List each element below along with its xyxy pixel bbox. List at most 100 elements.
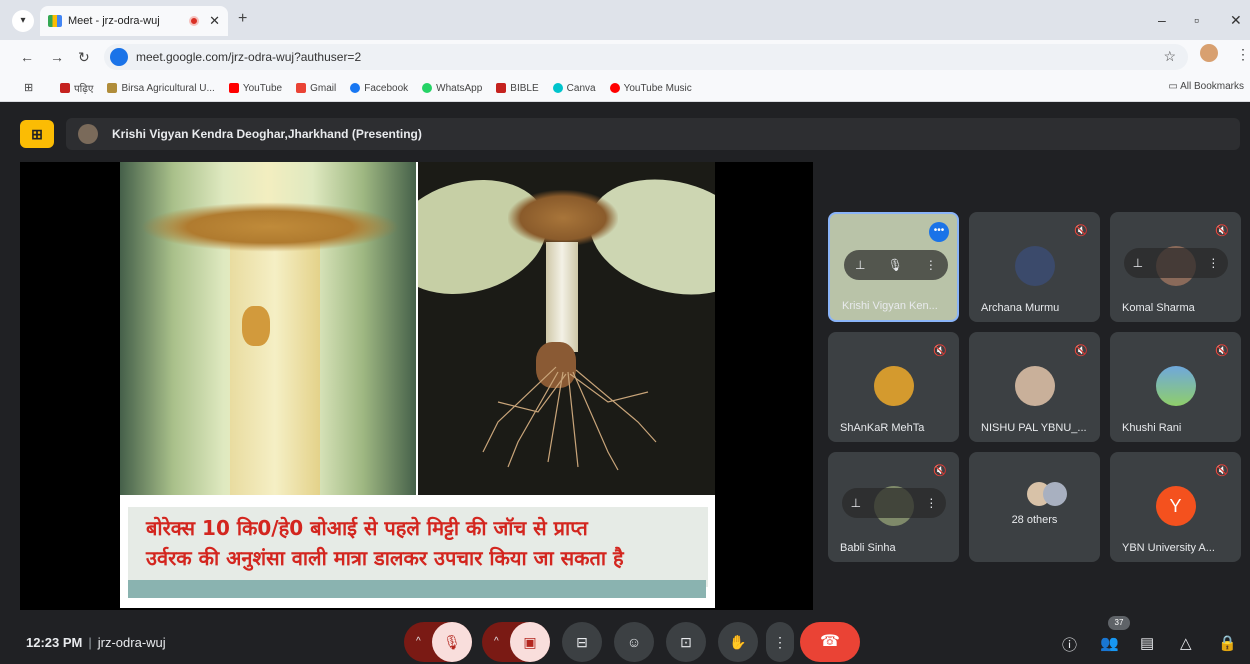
mic-icon[interactable]: 🎙 — [888, 258, 903, 272]
meeting-clock: 12:23 PM | jrz-odra-wuj — [26, 635, 166, 650]
pin-icon[interactable]: ⊥ — [851, 496, 861, 510]
muted-icon: 🔇 — [933, 345, 947, 357]
emoji-icon[interactable]: ☺ — [614, 622, 654, 662]
muted-icon: 🔇 — [1074, 225, 1088, 237]
participant-name: NISHU PAL YBNU_... — [981, 422, 1087, 434]
presenter-bar: Krishi Vigyan Kendra Deoghar,Jharkhand (… — [66, 118, 1240, 150]
bookmark-item[interactable]: Facebook — [350, 81, 408, 95]
participant-tile[interactable]: 🔇 ⊥ ⋮ Babli Sinha — [828, 452, 959, 562]
bookmark-item[interactable]: YouTube Music — [609, 81, 692, 95]
minimize-icon[interactable]: – — [1158, 12, 1166, 28]
more-options-icon[interactable]: ••• — [929, 222, 949, 242]
canva-icon — [552, 83, 563, 93]
gmail-icon — [296, 83, 307, 93]
meeting-details-icon[interactable]: ⓘ — [1062, 634, 1077, 655]
leave-call-icon[interactable]: ☎ — [800, 622, 860, 662]
raise-hand-icon[interactable]: ✋ — [718, 622, 758, 662]
all-bookmarks-label: All Bookmarks — [1180, 81, 1244, 92]
slide-caption: बोरेक्स 10 कि0/हे0 बोआई से पहले मिट्टी क… — [146, 513, 706, 573]
participant-name: ShAnKaR MehTa — [840, 422, 925, 434]
bookmark-item[interactable]: Canva — [552, 81, 596, 95]
participant-tile[interactable]: 🔇 Khushi Rani — [1110, 332, 1241, 442]
audio-options-chevron-icon[interactable]: ^ — [416, 622, 421, 662]
pin-icon[interactable]: ⊥ — [1133, 256, 1143, 270]
more-options-icon[interactable]: ⋮ — [925, 258, 937, 272]
forward-icon[interactable]: → — [50, 49, 64, 65]
bookmark-label: पढ़िए — [74, 84, 94, 95]
more-options-icon[interactable]: ⋮ — [766, 622, 794, 662]
facebook-icon — [350, 83, 361, 93]
avatar — [1043, 482, 1067, 506]
participant-tile[interactable]: 🔇 Archana Murmu — [969, 212, 1100, 322]
site-info-icon[interactable] — [110, 48, 128, 66]
youtube-icon — [228, 83, 239, 93]
captions-icon[interactable]: ⊟ — [562, 622, 602, 662]
profile-avatar[interactable] — [1200, 44, 1218, 62]
mic-off-icon[interactable]: 🎙 — [432, 622, 472, 662]
tab-close-icon[interactable]: ✕ — [209, 13, 220, 29]
more-options-icon[interactable]: ⋮ — [1207, 256, 1219, 270]
participant-tile[interactable]: 🔇 ⊥ ⋮ Komal Sharma — [1110, 212, 1241, 322]
bookmark-label: Birsa Agricultural U... — [121, 82, 215, 94]
browser-tab-meet[interactable]: Meet - jrz-odra-wuj ✕ — [40, 6, 228, 36]
presentation-stage: बोरेक्स 10 कि0/हे0 बोआई से पहले मिट्टी क… — [20, 162, 813, 610]
bookmark-label: YouTube Music — [623, 82, 692, 94]
muted-icon: 🔇 — [1074, 345, 1088, 357]
muted-icon: 🔇 — [1215, 225, 1229, 237]
slide-footer-band — [128, 580, 706, 598]
others-tile[interactable]: 28 others — [969, 452, 1100, 562]
bookmark-item[interactable]: BIBLE — [496, 81, 539, 95]
bookmark-star-icon[interactable]: ☆ — [1163, 48, 1176, 65]
browser-menu-icon[interactable]: ⋮ — [1236, 46, 1250, 63]
reload-icon[interactable]: ↻ — [78, 49, 90, 66]
activities-icon[interactable]: △ — [1180, 634, 1192, 652]
clock-separator: | — [88, 635, 92, 650]
bookmark-label: WhatsApp — [436, 82, 483, 94]
tab-search-button[interactable]: ▾ — [12, 10, 34, 32]
address-bar-row: ← → ↻ meet.google.com/jrz-odra-wuj?authu… — [0, 40, 1250, 74]
address-bar[interactable]: meet.google.com/jrz-odra-wuj?authuser=2 … — [104, 44, 1188, 70]
pin-icon[interactable]: ⊥ — [855, 258, 865, 272]
camera-off-icon[interactable]: ▣ — [510, 622, 550, 662]
bookmark-item[interactable]: WhatsApp — [422, 81, 482, 95]
participant-tile[interactable]: 🔇 Y YBN University A... — [1110, 452, 1241, 562]
participant-name: Babli Sinha — [840, 542, 896, 554]
others-count: 28 others — [1011, 514, 1058, 526]
bookmark-label: Facebook — [364, 82, 409, 94]
bookmark-item[interactable]: YouTube — [228, 81, 282, 95]
presenter-label: Krishi Vigyan Kendra Deoghar,Jharkhand (… — [112, 127, 422, 141]
present-screen-icon[interactable]: ⊡ — [666, 622, 706, 662]
bookmark-item[interactable]: पढ़िए — [60, 81, 93, 95]
participant-tile[interactable]: 🔇 ShAnKaR MehTa — [828, 332, 959, 442]
slide-photo-cauliflower-roots — [418, 162, 715, 495]
browser-tab-strip: ▾ Meet - jrz-odra-wuj ✕ + – ▫ ✕ — [0, 0, 1250, 40]
presentation-slide: बोरेक्स 10 कि0/हे0 बोआई से पहले मिट्टी क… — [120, 162, 715, 608]
whatsapp-icon — [422, 83, 433, 93]
caption-line-1: बोरेक्स 10 कि0/हे0 बोआई से पहले मिट्टी क… — [146, 516, 588, 540]
avatar — [873, 366, 914, 406]
avatar-initial: Y — [1155, 486, 1196, 526]
bookmarks-bar: ⊞ पढ़िए Birsa Agricultural U... YouTube … — [0, 74, 1250, 102]
window-close-icon[interactable]: ✕ — [1230, 12, 1242, 29]
participant-tile-self[interactable]: ••• ⊥ 🎙 ⋮ Krishi Vigyan Ken... — [828, 212, 959, 322]
restore-icon[interactable]: ▫ — [1194, 12, 1199, 28]
chat-icon[interactable]: ▤ — [1140, 634, 1154, 652]
meet-favicon-icon — [48, 15, 62, 27]
apps-grid-icon[interactable]: ⊞ — [24, 81, 33, 94]
bookmark-favicon-icon — [107, 83, 118, 93]
video-options-chevron-icon[interactable]: ^ — [494, 622, 499, 662]
more-options-icon[interactable]: ⋮ — [925, 496, 937, 510]
all-bookmarks-button[interactable]: ▭ All Bookmarks — [1168, 81, 1244, 92]
host-controls-icon[interactable]: 🔒 — [1218, 634, 1237, 652]
bookmark-item[interactable]: Gmail — [296, 81, 336, 95]
new-tab-button[interactable]: + — [238, 10, 247, 28]
bookmark-item[interactable]: Birsa Agricultural U... — [107, 81, 215, 95]
meeting-info-icon[interactable]: ⊞ — [20, 120, 54, 148]
people-icon[interactable]: 👥 — [1100, 634, 1119, 652]
back-icon[interactable]: ← — [20, 49, 34, 65]
participant-tile[interactable]: 🔇 NISHU PAL YBNU_... — [969, 332, 1100, 442]
bookmark-label: Gmail — [310, 82, 337, 94]
people-count-badge: 37 — [1108, 616, 1130, 630]
meeting-controls-bar: 12:23 PM | jrz-odra-wuj ^ 🎙 ^ ▣ ⊟ ☺ ⊡ ✋ ⋮ … — [0, 618, 1250, 664]
participant-name: Khushi Rani — [1122, 422, 1182, 434]
